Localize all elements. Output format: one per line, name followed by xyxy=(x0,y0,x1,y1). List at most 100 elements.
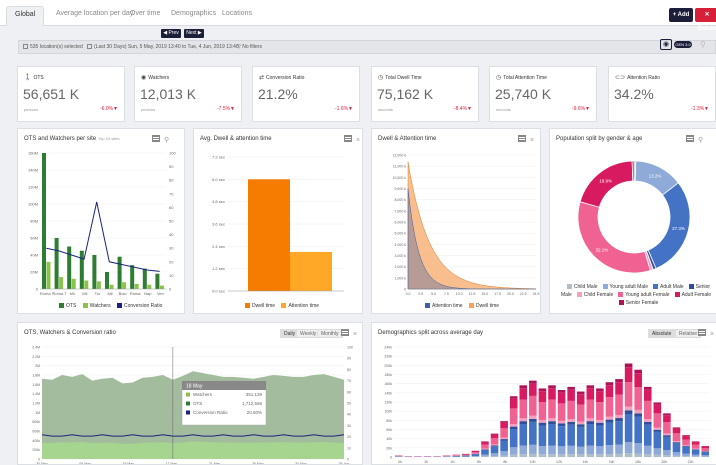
gen-toggle[interactable]: GEN 3.0 xyxy=(674,41,692,48)
y-tick-label: 40k xyxy=(386,437,392,441)
stack-segment xyxy=(529,453,537,457)
add-button[interactable]: + Add xyxy=(669,8,693,22)
x-tick-label: 2.5 xyxy=(418,292,423,296)
legend-item: Young adult Male xyxy=(598,284,648,290)
stack-segment xyxy=(529,380,537,384)
legend-swatch xyxy=(602,284,608,289)
y-tick-label: 20k xyxy=(386,446,392,450)
stack-segment xyxy=(548,385,556,389)
kpi-value: 75,162 K xyxy=(377,86,434,102)
pin-icon[interactable]: ⚲ xyxy=(700,40,706,49)
prev-button[interactable]: ◀ Prev xyxy=(161,29,181,38)
bar-watchers xyxy=(59,277,64,289)
y2-tick-label: 50 xyxy=(169,219,174,224)
kpi-unit: persons xyxy=(24,107,39,112)
legend-item: Child Male xyxy=(562,284,598,290)
x-tick-label: 10.0 xyxy=(456,292,463,296)
bar-watchers xyxy=(46,261,51,289)
stack-segment xyxy=(605,416,614,420)
stack-segment xyxy=(509,454,518,457)
kpi-change: -1.6%▼ xyxy=(334,106,353,112)
x-tick-label: Roma T xyxy=(53,291,68,296)
stack-segment xyxy=(643,400,652,420)
eye-icon[interactable]: ◉ xyxy=(660,39,672,50)
ots-ratio-chart: 0 200k 400k 600k 800k 1M 1.2M 1.4M 1.6M 1.8M 2M 2.2… xyxy=(32,346,353,465)
stack-segment xyxy=(634,369,642,374)
stack-segment xyxy=(672,433,681,442)
y-tick-label: 9,000 k xyxy=(395,187,407,191)
y2-tick-label: 10 xyxy=(347,446,351,450)
y-tick-label: 1.8M xyxy=(32,374,40,378)
conversion-icon: ⇄ xyxy=(259,75,265,81)
dwell-curve-chart: 0 1,000 k 2,000 k 3,000 k 4,000 k 5,000 k 6,00… xyxy=(393,154,540,297)
x-tick-label: 20.0 xyxy=(507,292,514,296)
y-tick-label: 6.0 sec xyxy=(212,177,225,182)
stack-segment xyxy=(701,446,709,449)
y-tick-label: 800k xyxy=(32,420,40,424)
tab-locations[interactable]: Locations xyxy=(214,6,260,26)
chart-legend: OTS Watchers Conversion Ratio xyxy=(54,303,162,309)
stack-segment xyxy=(490,446,499,454)
no-filters[interactable]: ▽ No filters xyxy=(237,44,262,50)
y2-tick-label: 80 xyxy=(347,368,351,372)
x-tick-label: 10h xyxy=(530,460,536,464)
stack-segment xyxy=(538,402,547,420)
stack-segment xyxy=(500,440,508,452)
y2-tick-label: 50 xyxy=(347,402,351,406)
kpi-value: 34.2% xyxy=(614,86,654,102)
stack-segment xyxy=(481,448,489,450)
stack-segment xyxy=(519,424,528,446)
slice-senior-female xyxy=(631,160,635,182)
stack-segment xyxy=(490,433,499,435)
bar-ots xyxy=(42,153,46,289)
stack-segment xyxy=(634,373,642,388)
y-tick-label: 100k xyxy=(384,410,392,414)
stack-segment xyxy=(481,454,489,457)
y2-tick-label: 100 xyxy=(169,151,176,156)
stack-segment xyxy=(586,388,595,400)
stack-segment xyxy=(701,451,709,456)
stack-segment xyxy=(529,395,537,416)
clock-icon: ◷ xyxy=(496,75,502,81)
stack-segment xyxy=(643,445,652,455)
stack-segment xyxy=(653,431,662,449)
stack-segment xyxy=(634,387,642,410)
stack-segment xyxy=(624,410,633,414)
stack-segment xyxy=(653,404,662,414)
kpi-unit: persons xyxy=(141,107,156,112)
legend-swatch xyxy=(468,303,474,308)
locations-filter[interactable]: 535 location(s) selected xyxy=(23,44,83,50)
x-tick-label: 24.5 xyxy=(533,292,540,296)
arrow-down-icon: ▼ xyxy=(704,106,709,112)
slice-adult-female xyxy=(579,160,634,208)
stack-segment xyxy=(624,442,633,454)
tab-over-time[interactable]: Over time xyxy=(122,6,168,26)
y-tick-label: 160k xyxy=(384,382,392,386)
delete-button[interactable]: ✕ Delete xyxy=(695,8,716,32)
bar-watchers xyxy=(159,285,164,289)
next-button[interactable]: Next ▶ xyxy=(184,29,204,38)
stack-segment xyxy=(529,415,537,419)
stack-segment xyxy=(634,409,642,414)
stack-segment xyxy=(643,419,652,422)
kpi-unit: seconds xyxy=(496,107,511,112)
stack-segment xyxy=(663,422,671,434)
bar-ots xyxy=(54,238,59,289)
kpi-card-total-dwell-time: ◷ Total Dwell Time 75,162 K seconds -8.4%▼ xyxy=(371,66,479,122)
stack-segment xyxy=(672,441,681,443)
stack-segment xyxy=(529,444,537,454)
legend-item: Adult Male xyxy=(648,284,684,290)
stack-segment xyxy=(576,424,585,427)
stack-segment xyxy=(576,391,585,395)
tab-global[interactable]: Global xyxy=(6,6,45,26)
stack-segment xyxy=(624,406,633,411)
y-tick-label: 60k xyxy=(386,428,392,432)
y-tick-label: 140k xyxy=(384,391,392,395)
period-filter[interactable]: (Last 30 Days) Sun, 5 May, 2019 13:40 to… xyxy=(87,44,239,50)
stack-segment xyxy=(557,423,566,427)
stack-segment xyxy=(519,399,528,419)
stack-segment xyxy=(663,433,671,436)
stack-segment xyxy=(500,421,508,423)
x-tick-label: 22h xyxy=(688,460,694,464)
y-tick-label: 200k xyxy=(32,448,40,452)
